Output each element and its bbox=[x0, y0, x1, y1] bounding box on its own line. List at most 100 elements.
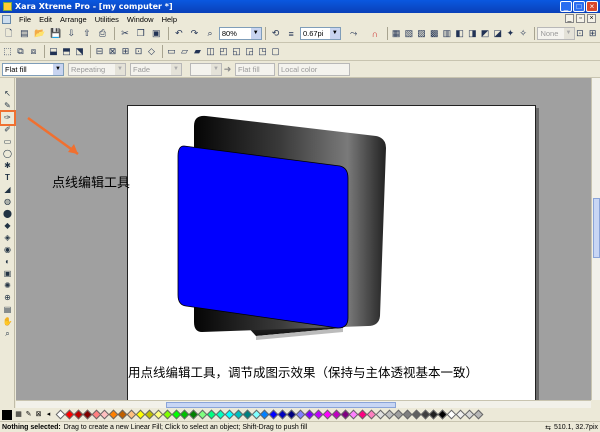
fill-step-select[interactable]: ▼ bbox=[190, 62, 222, 76]
live-effects-tool-icon[interactable]: ✺ bbox=[1, 280, 14, 292]
fill-tool-icon[interactable]: ◢ bbox=[1, 184, 14, 196]
menu-utilities[interactable]: Utilities bbox=[95, 15, 119, 24]
combine-icon[interactable]: ◧ bbox=[454, 27, 465, 41]
feather-icon[interactable]: ▢ bbox=[270, 45, 281, 59]
contour-tool-icon[interactable]: ◉ bbox=[1, 244, 14, 256]
menu-file[interactable]: File bbox=[19, 15, 31, 24]
line-edit-tool-icon[interactable]: ✑ bbox=[0, 110, 16, 126]
text-tool-icon[interactable]: T bbox=[1, 172, 14, 184]
redo-icon[interactable]: ↷ bbox=[188, 27, 202, 41]
zoom-tool-icon[interactable]: ⌕ bbox=[1, 328, 14, 340]
magnet-icon[interactable]: ∩ bbox=[368, 27, 382, 41]
slice-icon[interactable]: ✦ bbox=[505, 27, 516, 41]
align-icon[interactable]: ▦ bbox=[391, 27, 402, 41]
import-icon[interactable]: ⇩ bbox=[64, 27, 78, 41]
fade-select[interactable]: Fade ▼ bbox=[130, 62, 182, 76]
rectangle-tool-icon[interactable]: ▭ bbox=[1, 136, 14, 148]
fill-type-select[interactable]: Flat fill ▼ bbox=[2, 62, 64, 76]
palette-scroll-left-icon[interactable]: ◂ bbox=[44, 410, 53, 420]
menu-edit[interactable]: Edit bbox=[39, 15, 52, 24]
repeat-select[interactable]: Repeating ▼ bbox=[68, 62, 126, 76]
photo-tool-icon[interactable]: ▤ bbox=[1, 304, 14, 316]
line-style-icon[interactable]: ⤳ bbox=[341, 27, 366, 41]
line-width-icon[interactable]: ≡ bbox=[284, 27, 298, 41]
extrude-tool-icon[interactable]: ▣ bbox=[1, 268, 14, 280]
transparency-tool-icon[interactable]: ◍ bbox=[1, 196, 14, 208]
convert-icon[interactable]: ✧ bbox=[518, 27, 529, 41]
subtract-icon[interactable]: ◪ bbox=[492, 27, 503, 41]
save-icon[interactable]: 💾 bbox=[49, 27, 63, 41]
fill-color-field[interactable]: Local color bbox=[278, 62, 350, 76]
node-icon[interactable]: ▭ bbox=[166, 45, 177, 59]
shape-editor-tool-icon[interactable]: ✐ bbox=[1, 124, 14, 136]
document-icon[interactable] bbox=[2, 14, 11, 24]
zoom-select[interactable]: 80% ▼ bbox=[218, 27, 262, 40]
bevel-icon[interactable]: ◰ bbox=[218, 45, 229, 59]
open-file-icon[interactable]: 📂 bbox=[33, 27, 47, 41]
contour-icon[interactable]: ◲ bbox=[244, 45, 255, 59]
canvas-workspace[interactable] bbox=[16, 78, 591, 400]
diamond-icon[interactable]: ◇ bbox=[146, 45, 157, 59]
menu-arrange[interactable]: Arrange bbox=[60, 15, 87, 24]
menu-help[interactable]: Help bbox=[162, 15, 177, 24]
transparency-icon[interactable]: ◳ bbox=[257, 45, 268, 59]
send-back-icon[interactable]: ⊠ bbox=[107, 45, 118, 59]
zoom-tool-icon[interactable]: ⌕ bbox=[203, 27, 217, 41]
menu-window[interactable]: Window bbox=[127, 15, 154, 24]
web-tool-icon[interactable]: ⊕ bbox=[1, 292, 14, 304]
minimize-button[interactable]: _ bbox=[560, 1, 572, 12]
intersect-icon[interactable]: ◩ bbox=[480, 27, 491, 41]
transform-icon[interactable]: ⬓ bbox=[48, 45, 59, 59]
mould-icon[interactable]: ▰ bbox=[192, 45, 203, 59]
vertical-scrollbar[interactable] bbox=[591, 78, 600, 400]
forward-icon[interactable]: ⊞ bbox=[120, 45, 131, 59]
scale-icon[interactable]: ⬔ bbox=[74, 45, 85, 59]
palette-menu-icon[interactable]: ▦ bbox=[14, 410, 23, 420]
duplicate-icon[interactable]: ⧉ bbox=[15, 45, 26, 59]
rotate-icon[interactable]: ⟲ bbox=[269, 27, 283, 41]
shadow-icon[interactable]: ◱ bbox=[231, 45, 242, 59]
select-all-icon[interactable]: ⬚ bbox=[2, 45, 13, 59]
copy-icon[interactable]: ❐ bbox=[134, 27, 148, 41]
new-template-icon[interactable]: ▤ bbox=[18, 27, 32, 41]
export-icon[interactable]: ⇧ bbox=[80, 27, 94, 41]
doc-close-button[interactable]: × bbox=[587, 14, 596, 23]
ungroup-icon[interactable]: ▨ bbox=[416, 27, 427, 41]
vertical-scroll-thumb[interactable] bbox=[593, 198, 600, 258]
freehand-tool-icon[interactable]: ✎ bbox=[1, 100, 14, 112]
current-color-swatch[interactable] bbox=[2, 409, 12, 420]
document-page[interactable] bbox=[127, 105, 536, 400]
snap-icon[interactable]: ⇆ bbox=[545, 424, 551, 432]
bring-front-icon[interactable]: ⊟ bbox=[94, 45, 105, 59]
mould-tool-icon[interactable]: ◆ bbox=[1, 220, 14, 232]
ellipse-tool-icon[interactable]: ◯ bbox=[1, 148, 14, 160]
blend-icon[interactable]: ◫ bbox=[205, 45, 216, 59]
blend-tool-icon[interactable]: ⬤ bbox=[1, 208, 14, 220]
style-edit-icon[interactable]: ⊞ bbox=[587, 27, 598, 41]
horizontal-scrollbar[interactable] bbox=[16, 400, 591, 408]
palette-swatch[interactable] bbox=[473, 409, 484, 420]
doc-restore-button[interactable]: ▫ bbox=[576, 14, 585, 23]
fill-name-field[interactable]: Flat fill bbox=[235, 62, 275, 76]
close-button[interactable]: × bbox=[586, 1, 598, 12]
quickshape-tool-icon[interactable]: ✱ bbox=[1, 160, 14, 172]
cut-icon[interactable]: ✂ bbox=[118, 27, 132, 41]
no-color-icon[interactable]: ⊠ bbox=[34, 410, 43, 420]
flip-icon[interactable]: ⬒ bbox=[61, 45, 72, 59]
push-tool-icon[interactable]: ✋ bbox=[1, 316, 14, 328]
style-select[interactable]: None ▼ bbox=[537, 27, 575, 40]
line-width-select[interactable]: 0.67pi ▼ bbox=[299, 27, 341, 40]
new-file-icon[interactable]: 🗋 bbox=[2, 27, 16, 41]
clone-icon[interactable]: ⧈ bbox=[28, 45, 39, 59]
maximize-button[interactable]: □ bbox=[573, 1, 585, 12]
doc-minimize-button[interactable]: _ bbox=[565, 14, 574, 23]
arrange-front-icon[interactable]: ▩ bbox=[429, 27, 440, 41]
style-apply-icon[interactable]: ⊡ bbox=[575, 27, 586, 41]
group-icon[interactable]: ▧ bbox=[403, 27, 414, 41]
undo-icon[interactable]: ↶ bbox=[172, 27, 186, 41]
weld-icon[interactable]: ◨ bbox=[467, 27, 478, 41]
arrange-back-icon[interactable]: ▥ bbox=[442, 27, 453, 41]
shadow-tool-icon[interactable]: ◐ bbox=[1, 256, 14, 268]
shape-icon[interactable]: ▱ bbox=[179, 45, 190, 59]
eyedropper-icon[interactable]: ✎ bbox=[24, 410, 33, 420]
